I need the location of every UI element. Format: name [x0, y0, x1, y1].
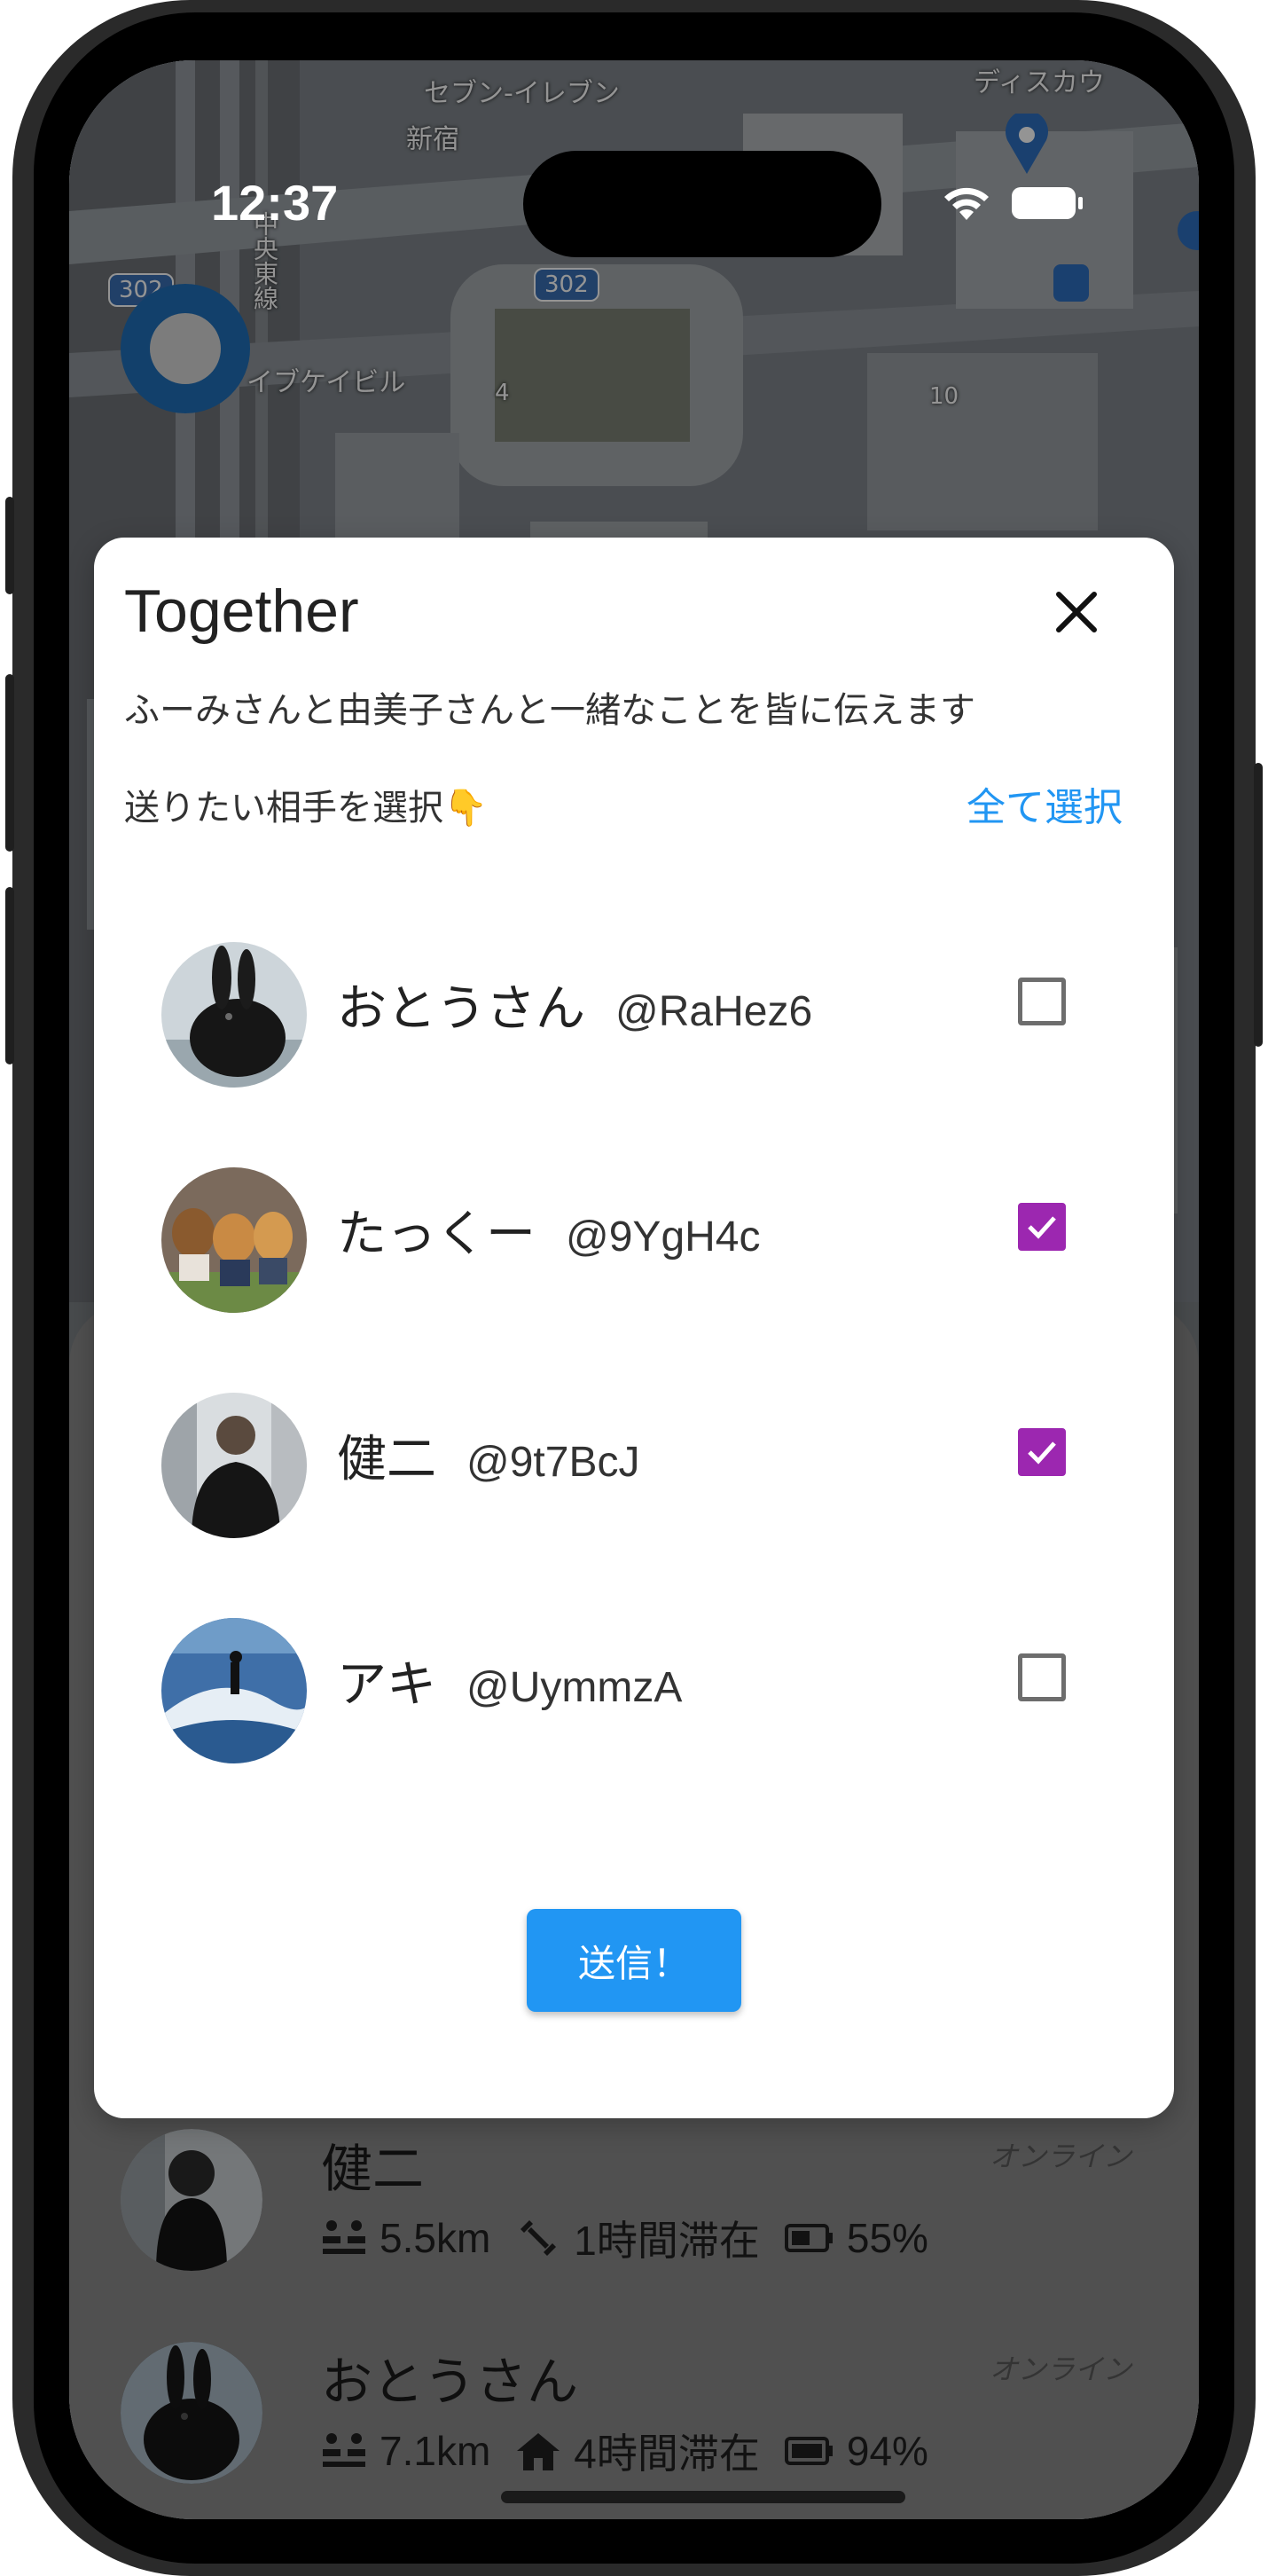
- avatar: [161, 942, 307, 1088]
- member-display-name: 健二: [337, 1431, 436, 1487]
- member-row[interactable]: アキ @UymmzA: [161, 1609, 1119, 1769]
- avatar: [161, 1618, 307, 1763]
- volume-up-button: [5, 674, 14, 852]
- member-display-name: おとうさん: [337, 980, 585, 1036]
- send-button[interactable]: 送信！: [527, 1909, 741, 2012]
- close-icon: [1056, 592, 1097, 632]
- status-icons: [942, 185, 1084, 222]
- member-checkbox[interactable]: [1018, 978, 1066, 1025]
- avatar: [161, 1167, 307, 1313]
- home-indicator[interactable]: [501, 2491, 905, 2503]
- avatar: [161, 1393, 307, 1538]
- member-handle: @UymmzA: [466, 1664, 683, 1711]
- member-row[interactable]: おとうさん @RaHez6: [161, 933, 1119, 1093]
- mute-switch: [5, 497, 14, 594]
- member-name: 健二 @9t7BcJ: [337, 1419, 639, 1491]
- member-handle: @RaHez6: [615, 988, 813, 1035]
- select-all-button[interactable]: 全て選択: [967, 775, 1123, 832]
- member-name: アキ @UymmzA: [337, 1645, 682, 1716]
- member-handle: @9t7BcJ: [466, 1439, 640, 1486]
- together-dialog: Together ふーみさんと由美子さんと一緒なことを皆に伝えます 送りたい相手…: [94, 538, 1174, 2118]
- battery-status-icon: [1012, 187, 1083, 219]
- screen: 302 302 イブケイビル 中央東線 ディスカウ セブン-イレブン 新宿 10…: [69, 60, 1199, 2519]
- status-time: 12:37: [211, 175, 339, 231]
- member-name: たっくー @9YgH4c: [337, 1194, 761, 1266]
- checkmark-icon: [1028, 1441, 1056, 1465]
- volume-down-button: [5, 887, 14, 1064]
- power-button: [1254, 763, 1263, 1047]
- dialog-title: Together: [124, 577, 359, 645]
- member-checkbox[interactable]: [1018, 1428, 1066, 1476]
- wifi-icon: [944, 187, 989, 220]
- dialog-description: ふーみさんと由美子さんと一緒なことを皆に伝えます: [124, 690, 975, 731]
- member-checkbox[interactable]: [1018, 1653, 1066, 1701]
- member-row[interactable]: たっくー @9YgH4c: [161, 1158, 1119, 1318]
- member-checkbox[interactable]: [1018, 1203, 1066, 1251]
- dynamic-island: [523, 151, 881, 257]
- select-prompt: 送りたい相手を選択👇: [124, 788, 488, 829]
- member-display-name: たっくー: [337, 1206, 536, 1261]
- member-row[interactable]: 健二 @9t7BcJ: [161, 1384, 1119, 1543]
- checkmark-icon: [1028, 1216, 1056, 1239]
- close-button[interactable]: [1045, 580, 1108, 644]
- member-handle: @9YgH4c: [566, 1213, 761, 1261]
- member-name: おとうさん @RaHez6: [337, 969, 812, 1041]
- member-display-name: アキ: [337, 1656, 436, 1712]
